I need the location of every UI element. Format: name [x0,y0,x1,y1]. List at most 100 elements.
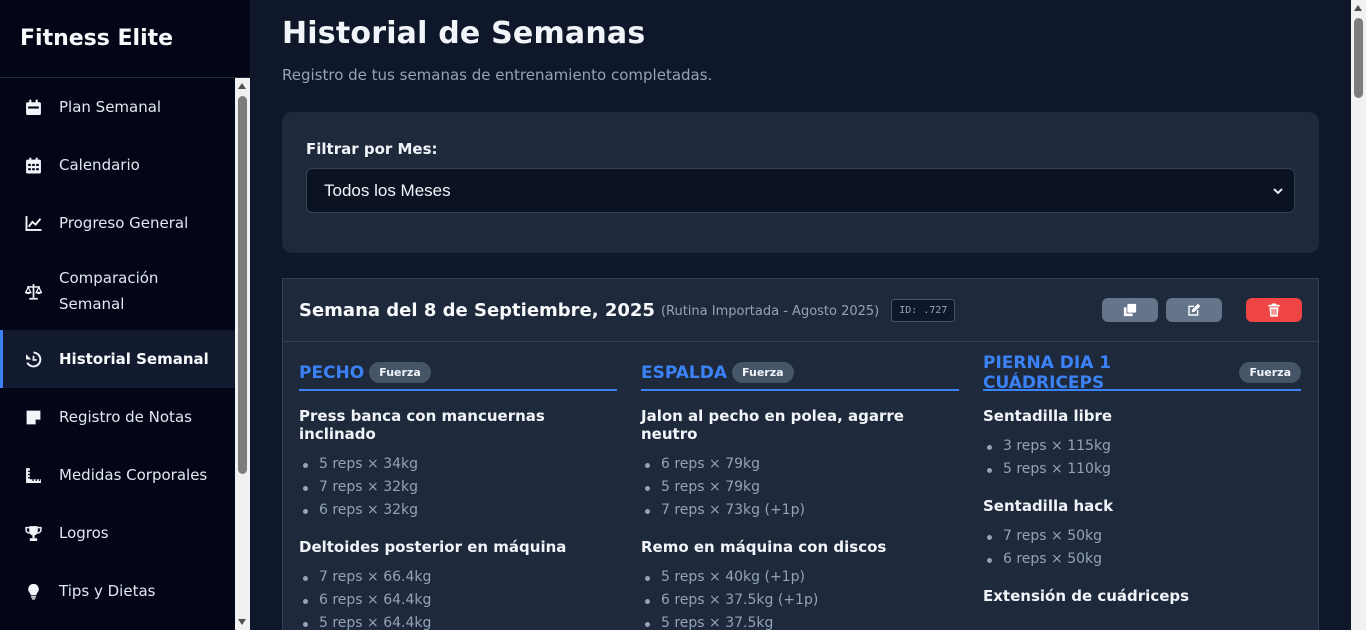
trophy-icon [24,524,42,542]
exercise: Jalon al pecho en polea, agarre neutro 6… [641,407,959,522]
exercise-name: Extensión de cuádriceps [983,587,1190,605]
group-type-badge: Fuerza [732,362,794,383]
exercise-name: Remo en máquina con discos [641,538,887,556]
sidebar-item-logros[interactable]: Logros [0,504,235,562]
sidebar-item-label: Registro de Notas [59,408,192,426]
set-item: 5 reps × 40kg (+1p) [641,566,959,589]
month-filter-value: Todos los Meses [324,180,451,200]
edit-week-button[interactable] [1166,298,1222,322]
set-item: 6 reps × 32kg [299,499,617,522]
group-header: ESPALDA Fuerza [641,342,959,391]
chart-line-icon [24,214,42,232]
sidebar-item-registro-de-notas[interactable]: Registro de Notas [0,388,235,446]
exercise: Remo en máquina con discos 5 reps × 40kg… [641,538,959,630]
set-item: 7 reps × 73kg (+1p) [641,499,959,522]
app-title: Fitness Elite [0,0,250,78]
group-type-badge: Fuerza [369,362,431,383]
set-list: 5 reps × 40kg (+1p) 6 reps × 37.5kg (+1p… [641,566,959,630]
muscle-group-pierna: PIERNA DIA 1 CUÁDRICEPS Fuerza Sentadill… [983,342,1301,630]
muscle-group-pecho: PECHO Fuerza Press banca con mancuernas … [299,342,617,630]
set-item: 6 reps × 50kg [983,548,1301,571]
page-title: Historial de Semanas [282,16,646,51]
chevron-down-icon [1273,187,1283,194]
set-item: 6 reps × 37.5kg (+1p) [641,589,959,612]
set-item: 5 reps × 64.4kg [299,612,617,630]
set-item: 7 reps × 32kg [299,476,617,499]
copy-week-button[interactable] [1102,298,1158,322]
calendar-day-icon [24,98,42,116]
set-list: 6 reps × 79kg 5 reps × 79kg 7 reps × 73k… [641,453,959,522]
set-item: 5 reps × 79kg [641,476,959,499]
sidebar-item-calendario[interactable]: Calendario [0,136,235,194]
set-item: 7 reps × 66.4kg [299,566,617,589]
set-list: 7 reps × 50kg 6 reps × 50kg [983,525,1301,571]
filter-label: Filtrar por Mes: [306,140,438,158]
exercise: Extensión de cuádriceps [983,587,1301,605]
sticky-note-icon [24,408,42,426]
sidebar-item-label: Comparación Semanal [59,269,159,313]
scroll-up-arrow-icon[interactable] [238,83,246,89]
week-id-badge: ID: .727 [891,298,956,322]
sidebar-item-historial-semanal[interactable]: Historial Semanal [0,330,235,388]
set-item: 6 reps × 64.4kg [299,589,617,612]
set-item: 7 reps × 50kg [983,525,1301,548]
set-item: 5 reps × 110kg [983,458,1301,481]
month-filter-select[interactable]: Todos los Meses [306,168,1295,213]
scroll-down-arrow-icon[interactable] [238,619,246,625]
sidebar-item-label: Plan Semanal [59,98,162,116]
exercise: Press banca con mancuernas inclinado 5 r… [299,407,617,522]
sidebar-item-label: Tips y Dietas [59,582,156,600]
filter-card: Filtrar por Mes: Todos los Meses [282,112,1319,253]
week-routine-label: (Rutina Importada - Agosto 2025) [660,304,880,319]
delete-week-button[interactable] [1246,298,1302,322]
sidebar-nav: Plan Semanal Calendario Progreso General… [0,78,235,620]
sidebar: Fitness Elite Plan Semanal Calendario Pr… [0,0,250,630]
edit-icon [1188,303,1201,316]
scrollbar-thumb[interactable] [238,96,247,474]
sidebar-item-medidas-corporales[interactable]: Medidas Corporales [0,446,235,504]
sidebar-item-label: Calendario [59,156,140,174]
sidebar-item-label: Medidas Corporales [59,466,208,484]
sidebar-item-label: Progreso General [59,214,189,232]
page-subtitle: Registro de tus semanas de entrenamiento… [282,66,713,84]
set-item: 6 reps × 79kg [641,453,959,476]
copy-icon [1123,303,1137,317]
sidebar-item-tips-y-dietas[interactable]: Tips y Dietas [0,562,235,620]
sidebar-item-label: Logros [59,524,109,542]
week-card: Semana del 8 de Septiembre, 2025 (Rutina… [282,278,1319,630]
exercise: Sentadilla libre 3 reps × 115kg 5 reps ×… [983,407,1301,481]
exercise-name: Press banca con mancuernas inclinado [299,407,545,443]
ruler-icon [24,466,42,484]
exercise: Sentadilla hack 7 reps × 50kg 6 reps × 5… [983,497,1301,571]
set-item: 3 reps × 115kg [983,435,1301,458]
set-item: 5 reps × 34kg [299,453,617,476]
group-name: ESPALDA [641,362,728,383]
group-name: PECHO [299,362,365,383]
page-scrollbar[interactable] [1351,0,1366,630]
exercise-name: Jalon al pecho en polea, agarre neutro [641,407,904,443]
muscle-groups: PECHO Fuerza Press banca con mancuernas … [283,342,1318,630]
group-type-badge: Fuerza [1239,362,1301,383]
group-header: PIERNA DIA 1 CUÁDRICEPS Fuerza [983,342,1301,393]
lightbulb-icon [24,582,42,600]
scale-balanced-icon [24,282,42,300]
muscle-group-espalda: ESPALDA Fuerza Jalon al pecho en polea, … [641,342,959,630]
set-list: 5 reps × 34kg 7 reps × 32kg 6 reps × 32k… [299,453,617,522]
sidebar-item-label: Historial Semanal [59,350,209,368]
calendar-days-icon [24,156,42,174]
set-list: 3 reps × 115kg 5 reps × 110kg [983,435,1301,481]
exercise-name: Deltoides posterior en máquina [299,538,567,556]
scrollbar-thumb[interactable] [1354,18,1363,98]
group-header: PECHO Fuerza [299,342,617,391]
sidebar-item-progreso-general[interactable]: Progreso General [0,194,235,252]
scroll-up-arrow-icon[interactable] [1354,5,1362,11]
week-header: Semana del 8 de Septiembre, 2025 (Rutina… [283,279,1318,342]
sidebar-item-comparacion-semanal[interactable]: Comparación Semanal [0,252,235,330]
sidebar-item-plan-semanal[interactable]: Plan Semanal [0,78,235,136]
exercise-name: Sentadilla libre [983,407,1113,425]
exercise: Deltoides posterior en máquina 7 reps × … [299,538,617,630]
sidebar-scrollbar[interactable] [235,78,250,630]
week-actions [1102,298,1302,322]
set-item: 5 reps × 37.5kg [641,612,959,630]
set-list: 7 reps × 66.4kg 6 reps × 64.4kg 5 reps ×… [299,566,617,630]
